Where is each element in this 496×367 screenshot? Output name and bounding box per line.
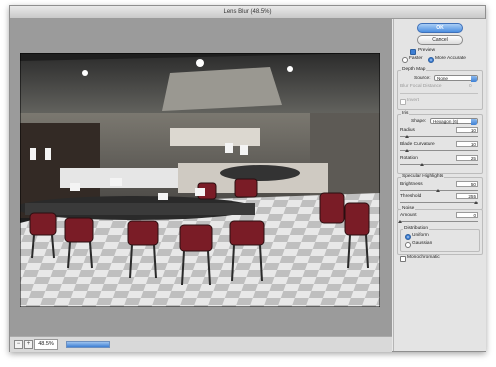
ok-button[interactable]: OK <box>417 23 463 33</box>
shape-label: Shape: <box>411 119 427 124</box>
amount-slider-thumb[interactable] <box>398 220 402 223</box>
threshold-field[interactable]: 255 <box>456 193 478 199</box>
faster-radio[interactable] <box>402 57 408 63</box>
invert-label: Invert <box>407 98 419 103</box>
preview-image[interactable] <box>20 53 380 307</box>
radius-slider-thumb[interactable] <box>405 135 409 138</box>
invert-checkbox[interactable] <box>400 99 406 105</box>
select-arrows-icon <box>471 76 477 82</box>
source-select-value: None <box>437 76 448 81</box>
rotation-label: Rotation <box>400 156 418 161</box>
blade-curvature-label: Blade Curvature <box>400 142 435 147</box>
threshold-label: Threshold <box>400 194 422 199</box>
uniform-radio[interactable] <box>405 234 411 240</box>
amount-slider[interactable] <box>400 221 478 222</box>
shape-select-value: Hexagon (6) <box>433 119 459 124</box>
blade-curvature-slider[interactable] <box>400 150 478 151</box>
diner-photo-illustration <box>20 53 380 307</box>
blur-focal-distance-label: Blur Focal Distance <box>400 84 442 89</box>
blade-curvature-slider-thumb[interactable] <box>405 149 409 152</box>
source-select[interactable]: None <box>434 75 478 82</box>
faster-label: Faster <box>409 56 423 61</box>
blur-focal-distance-value: 0 <box>469 84 472 89</box>
iris-heading: Iris <box>401 111 410 116</box>
brightness-field[interactable]: 50 <box>456 181 478 187</box>
radius-field[interactable]: 10 <box>456 127 478 133</box>
source-label: Source: <box>414 76 431 81</box>
preview-area[interactable] <box>10 19 392 336</box>
uniform-label: Uniform <box>412 233 429 238</box>
distribution-heading: Distribution <box>403 226 429 231</box>
progress-bar <box>66 341 110 348</box>
brightness-slider-thumb[interactable] <box>436 189 440 192</box>
rotation-field[interactable]: 25 <box>456 155 478 161</box>
more-accurate-label: More Accurate <box>435 56 466 61</box>
specular-highlights-heading: Specular Highlights <box>401 174 445 179</box>
shape-select[interactable]: Hexagon (6) <box>430 118 478 125</box>
threshold-slider-thumb[interactable] <box>474 201 478 204</box>
status-bar: − + 48.5% <box>10 336 392 352</box>
amount-field[interactable]: 0 <box>456 212 478 218</box>
depth-map-heading: Depth Map <box>401 67 427 72</box>
options-panel: OK Cancel Preview Faster More Accurate D… <box>393 19 486 351</box>
brightness-label: Brightness <box>400 182 423 187</box>
monochromatic-checkbox[interactable] <box>400 256 406 262</box>
radius-slider[interactable] <box>400 136 478 137</box>
lens-blur-dialog: Lens Blur (48.5%) − + 48.5% OK Cancel Pr… <box>9 5 486 352</box>
zoom-level-field[interactable]: 48.5% <box>34 339 58 350</box>
cancel-button[interactable]: Cancel <box>417 35 463 45</box>
gaussian-label: Gaussian <box>412 241 433 246</box>
zoom-in-button[interactable]: + <box>24 340 33 349</box>
noise-heading: Noise <box>401 206 416 211</box>
window-title: Lens Blur (48.5%) <box>10 6 485 19</box>
preview-label: Preview <box>418 48 436 53</box>
amount-label: Amount <box>400 213 417 218</box>
preview-checkbox[interactable] <box>410 49 416 55</box>
monochromatic-label: Monochromatic <box>407 255 440 260</box>
threshold-slider[interactable] <box>400 202 478 203</box>
zoom-out-button[interactable]: − <box>14 340 23 349</box>
more-accurate-radio[interactable] <box>428 57 434 63</box>
rotation-slider[interactable] <box>400 164 478 165</box>
blade-curvature-field[interactable]: 10 <box>456 141 478 147</box>
blur-focal-distance-slider[interactable] <box>400 93 478 94</box>
radius-label: Radius <box>400 128 415 133</box>
select-arrows-icon <box>471 119 477 125</box>
gaussian-radio[interactable] <box>405 242 411 248</box>
rotation-slider-thumb[interactable] <box>420 163 424 166</box>
